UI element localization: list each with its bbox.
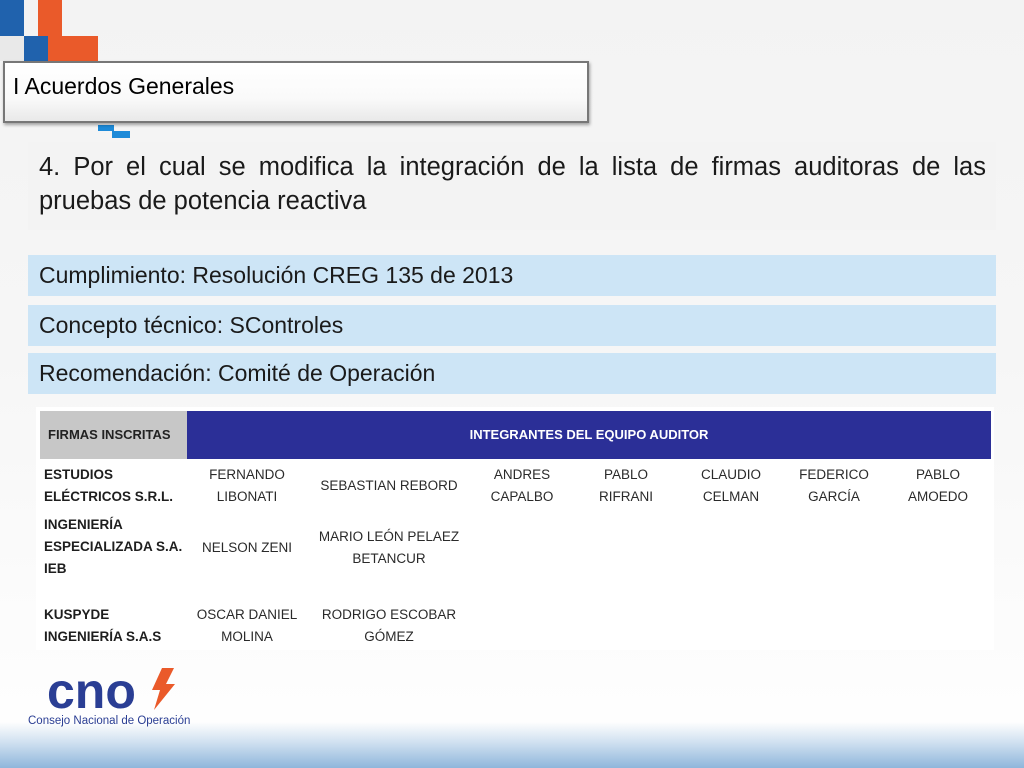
team-member: RODRIGO ESCOBAR GÓMEZ <box>321 607 457 644</box>
team-member: ANDRES CAPALBO <box>490 467 554 504</box>
firm-name: ESTUDIOS ELÉCTRICOS S.R.L. <box>44 467 174 504</box>
decorative-square <box>0 36 24 61</box>
team-member: SEBASTIAN REBORD <box>320 478 458 493</box>
team-member: FERNANDO LIBONATI <box>209 467 285 504</box>
decorative-square <box>0 0 24 36</box>
heading-box: 4. Por el cual se modifica la integració… <box>28 142 996 230</box>
firm-name: INGENIERÍA ESPECIALIZADA S.A. IEB <box>44 517 183 576</box>
team-member: PABLO AMOEDO <box>907 467 968 504</box>
team-member: OSCAR DANIEL MOLINA <box>196 607 298 644</box>
concepto-tecnico-bar: Concepto técnico: SControles <box>28 305 996 346</box>
decorative-square <box>38 0 62 36</box>
table-header-team: INTEGRANTES DEL EQUIPO AUDITOR <box>187 411 991 459</box>
lightning-bolt-icon <box>152 668 175 710</box>
cno-logo-text: cno <box>47 663 136 719</box>
team-member: PABLO RIFRANI <box>599 467 653 504</box>
slide-heading: 4. Por el cual se modifica la integració… <box>39 153 986 215</box>
decorative-square <box>24 36 48 61</box>
team-member: FEDERICO GARCÍA <box>799 467 869 504</box>
team-member: MARIO LEÓN PELAEZ BETANCUR <box>318 529 460 566</box>
bottom-gradient-band <box>0 722 1024 768</box>
auditor-table: FIRMAS INSCRITAS INTEGRANTES DEL EQUIPO … <box>36 407 994 650</box>
section-title-bar: I Acuerdos Generales <box>3 61 589 123</box>
team-member: CLAUDIO CELMAN <box>700 467 761 504</box>
section-title: I Acuerdos Generales <box>13 73 235 99</box>
decorative-tick <box>112 131 130 138</box>
decorative-square <box>48 36 98 61</box>
cno-logo-subtitle: Consejo Nacional de Operación <box>28 715 191 727</box>
cumplimiento-bar: Cumplimiento: Resolución CREG 135 de 201… <box>28 255 996 296</box>
recomendacion-bar: Recomendación: Comité de Operación <box>28 353 996 394</box>
team-member: NELSON ZENI <box>201 540 293 555</box>
table-header-firms: FIRMAS INSCRITAS <box>40 411 187 459</box>
firm-name: KUSPYDE INGENIERÍA S.A.S <box>44 607 162 644</box>
